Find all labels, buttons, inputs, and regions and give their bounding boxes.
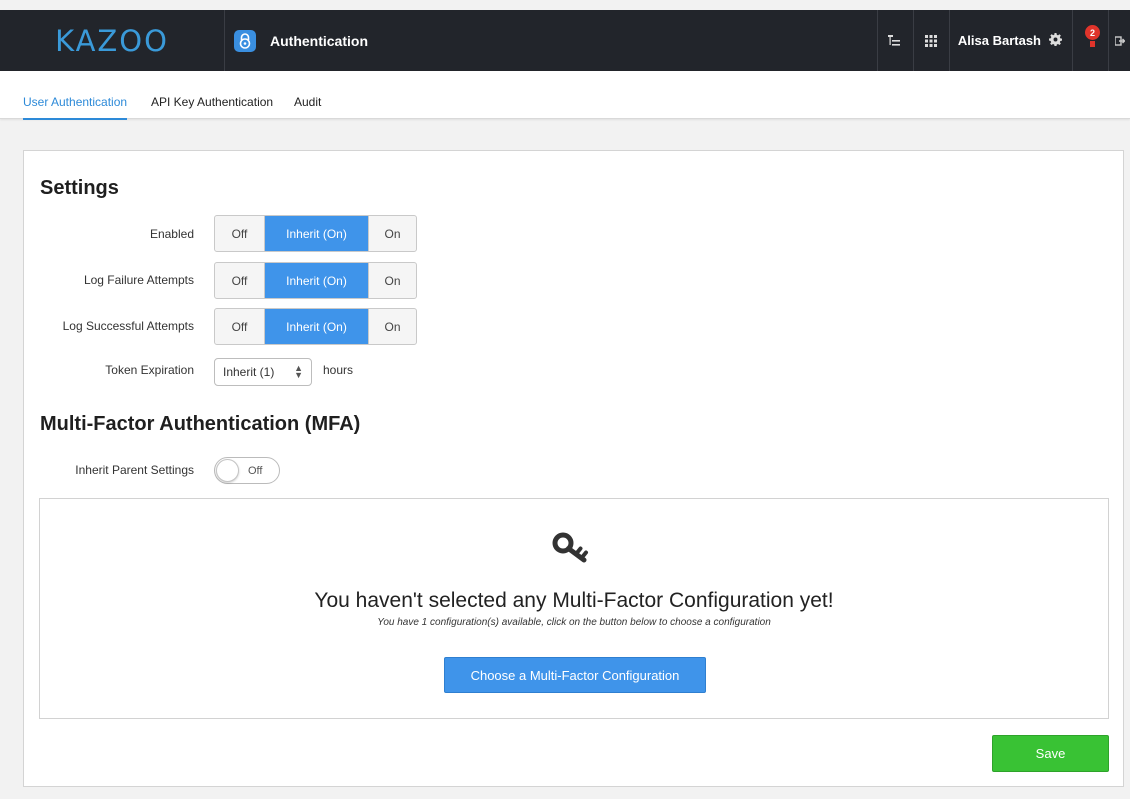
log-successful-on-button[interactable]: On bbox=[369, 309, 416, 344]
token-expiration-select[interactable]: Inherit (1) ▲ ▼ bbox=[214, 358, 312, 386]
enabled-segmented-control: Off Inherit (On) On bbox=[214, 215, 417, 252]
user-name: Alisa Bartash bbox=[957, 33, 1041, 48]
mfa-empty-state: You haven't selected any Multi-Factor Co… bbox=[39, 498, 1109, 719]
top-right-controls: Alisa Bartash 2 bbox=[876, 10, 1130, 71]
log-successful-segmented-control: Off Inherit (On) On bbox=[214, 308, 417, 345]
token-expiration-value: Inherit (1) bbox=[223, 365, 275, 379]
gear-icon[interactable] bbox=[1049, 32, 1063, 49]
token-expiration-label: Token Expiration bbox=[105, 363, 194, 377]
enabled-off-button[interactable]: Off bbox=[215, 216, 265, 251]
select-arrows-icon: ▲ ▼ bbox=[294, 363, 303, 380]
tab-user-authentication[interactable]: User Authentication bbox=[23, 95, 128, 120]
top-bar: KAZOO Authentication Alisa Bartash 2 bbox=[0, 10, 1130, 71]
tab-bar: User Authentication API Key Authenticati… bbox=[0, 71, 1130, 120]
toggle-knob bbox=[216, 459, 239, 482]
log-successful-off-button[interactable]: Off bbox=[215, 309, 265, 344]
enabled-label: Enabled bbox=[149, 227, 194, 241]
log-successful-label: Log Successful Attempts bbox=[62, 319, 194, 333]
mfa-empty-subtitle: You have 1 configuration(s) available, c… bbox=[377, 617, 771, 628]
mfa-empty-title: You haven't selected any Multi-Factor Co… bbox=[314, 589, 834, 612]
log-successful-inherit-button[interactable]: Inherit (On) bbox=[265, 309, 369, 344]
inherit-parent-label: Inherit Parent Settings bbox=[75, 463, 194, 477]
enabled-inherit-button[interactable]: Inherit (On) bbox=[265, 216, 369, 251]
token-expiration-unit: hours bbox=[323, 363, 354, 377]
log-failure-label: Log Failure Attempts bbox=[83, 273, 194, 287]
key-icon bbox=[552, 531, 594, 570]
choose-mfa-configuration-button[interactable]: Choose a Multi-Factor Configuration bbox=[444, 657, 706, 693]
app-grid-icon[interactable] bbox=[912, 10, 949, 71]
notification-pointer bbox=[1090, 41, 1095, 47]
log-failure-inherit-button[interactable]: Inherit (On) bbox=[265, 263, 369, 298]
tab-audit[interactable]: Audit bbox=[294, 95, 321, 118]
app-title: Authentication bbox=[225, 10, 877, 71]
toggle-state-label: Off bbox=[248, 465, 263, 477]
account-tree-icon[interactable] bbox=[876, 10, 913, 71]
mfa-heading: Multi-Factor Authentication (MFA) bbox=[40, 413, 361, 435]
enabled-on-button[interactable]: On bbox=[369, 216, 416, 251]
user-menu[interactable]: Alisa Bartash bbox=[948, 10, 1072, 71]
inherit-parent-toggle[interactable]: Off bbox=[214, 457, 280, 484]
logo-area[interactable]: KAZOO bbox=[0, 10, 225, 71]
logout-icon[interactable] bbox=[1108, 10, 1130, 71]
settings-heading: Settings bbox=[40, 177, 119, 199]
log-failure-on-button[interactable]: On bbox=[369, 263, 416, 298]
tab-api-key-authentication[interactable]: API Key Authentication bbox=[151, 95, 273, 118]
log-failure-off-button[interactable]: Off bbox=[215, 263, 265, 298]
notification-badge: 2 bbox=[1085, 25, 1100, 40]
kazoo-logo[interactable]: KAZOO bbox=[55, 24, 169, 58]
notifications-button[interactable]: 2 bbox=[1072, 10, 1108, 71]
log-failure-segmented-control: Off Inherit (On) On bbox=[214, 262, 417, 299]
authentication-panel: Settings Enabled Off Inherit (On) On Log… bbox=[23, 150, 1124, 787]
save-button[interactable]: Save bbox=[992, 735, 1109, 772]
app-name: Authentication bbox=[270, 32, 368, 49]
lock-icon bbox=[234, 29, 256, 52]
